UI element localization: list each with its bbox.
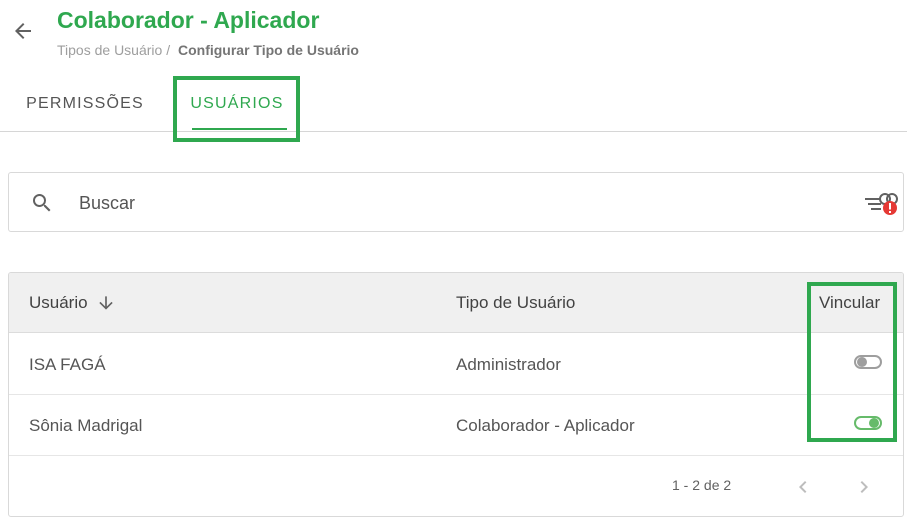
user-type: Colaborador - Aplicador <box>456 415 635 435</box>
back-button[interactable] <box>8 16 38 46</box>
filter-alert-icon[interactable] <box>864 190 898 218</box>
pagination: 1 - 2 de 2 <box>9 457 903 516</box>
link-toggle[interactable] <box>854 355 882 369</box>
arrow-down-icon <box>98 296 113 310</box>
column-header-usuario[interactable]: Usuário <box>29 273 116 333</box>
toggle-knob <box>857 357 867 367</box>
table-row: Sônia Madrigal Colaborador - Aplicador <box>9 395 903 456</box>
active-tab-indicator <box>192 128 287 130</box>
chevron-right-icon[interactable] <box>852 475 876 499</box>
breadcrumb-parent-link[interactable]: Tipos de Usuário / <box>57 42 170 58</box>
column-header-usuario-label: Usuário <box>29 293 88 312</box>
tab-bar: PERMISSÕES USUÁRIOS <box>0 76 907 132</box>
tab-usuarios[interactable]: USUÁRIOS <box>176 76 298 131</box>
breadcrumb: Tipos de Usuário / Configurar Tipo de Us… <box>57 42 359 58</box>
arrow-left-icon <box>15 23 31 39</box>
users-table: Usuário Tipo de Usuário Vincular ISA FAG… <box>8 272 904 517</box>
search-icon <box>33 194 51 212</box>
pagination-range: 1 - 2 de 2 <box>672 477 732 493</box>
link-toggle[interactable] <box>854 416 882 430</box>
column-header-tipo: Tipo de Usuário <box>456 293 576 312</box>
page-title: Colaborador - Aplicador <box>57 7 320 33</box>
table-row: ISA FAGÁ Administrador <box>9 334 903 395</box>
user-name: Sônia Madrigal <box>29 415 143 435</box>
column-header-vincular: Vincular <box>819 293 881 312</box>
user-type: Administrador <box>456 354 561 374</box>
user-name: ISA FAGÁ <box>29 354 106 374</box>
table-header: Usuário Tipo de Usuário Vincular <box>9 273 903 333</box>
search-bar <box>8 172 904 232</box>
chevron-left-icon[interactable] <box>791 475 815 499</box>
toggle-knob <box>869 418 879 428</box>
breadcrumb-current: Configurar Tipo de Usuário <box>177 42 359 58</box>
search-input[interactable] <box>79 187 779 219</box>
tab-permissoes[interactable]: PERMISSÕES <box>10 76 160 131</box>
